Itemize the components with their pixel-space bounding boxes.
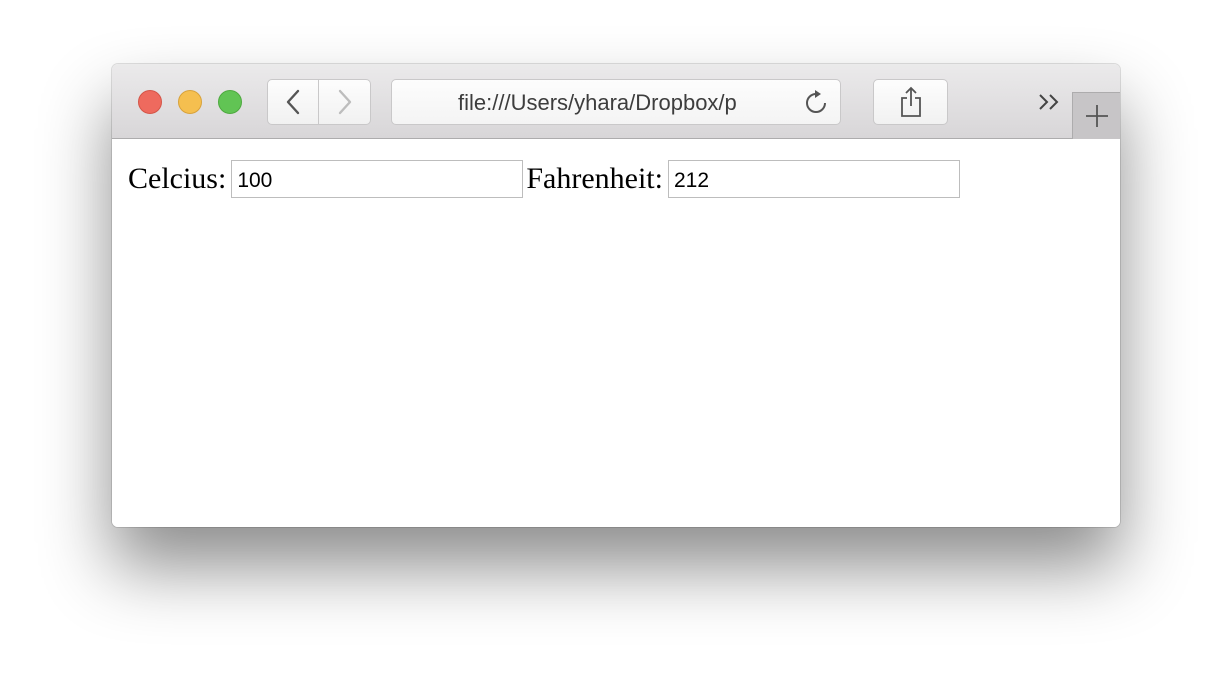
forward-button[interactable] (319, 79, 371, 125)
navigation-buttons (267, 79, 371, 125)
celsius-label: Celcius: (128, 162, 227, 195)
fahrenheit-input[interactable] (667, 160, 960, 198)
share-icon (900, 86, 921, 117)
chevron-right-icon (338, 89, 351, 115)
page-content: Celcius: Fahrenheit: (112, 139, 1120, 527)
browser-window: file:///Users/yhara/Dropbox/p Celcius: 1… (112, 64, 1120, 527)
double-chevron-right-icon (1039, 94, 1059, 110)
desktop: file:///Users/yhara/Dropbox/p Celcius: 1… (0, 0, 1232, 688)
close-window-button[interactable] (138, 90, 162, 114)
chevron-left-icon (286, 89, 300, 115)
minimize-window-button[interactable] (178, 90, 202, 114)
celsius-input[interactable] (231, 160, 524, 198)
share-button[interactable] (873, 79, 948, 125)
reload-button[interactable] (802, 89, 830, 117)
maximize-window-button[interactable] (218, 90, 242, 114)
back-button[interactable] (267, 79, 319, 125)
url-text[interactable]: file:///Users/yhara/Dropbox/p (458, 90, 780, 116)
address-bar[interactable]: file:///Users/yhara/Dropbox/p (391, 79, 841, 125)
temperature-converter: Celcius: Fahrenheit: (128, 160, 963, 198)
new-tab-button[interactable] (1072, 92, 1120, 139)
fahrenheit-label: Fahrenheit: (526, 162, 663, 195)
browser-toolbar: file:///Users/yhara/Dropbox/p (112, 64, 1120, 139)
plus-icon (1085, 105, 1108, 127)
reload-icon (806, 90, 826, 113)
toolbar-overflow-button[interactable] (1030, 86, 1070, 118)
